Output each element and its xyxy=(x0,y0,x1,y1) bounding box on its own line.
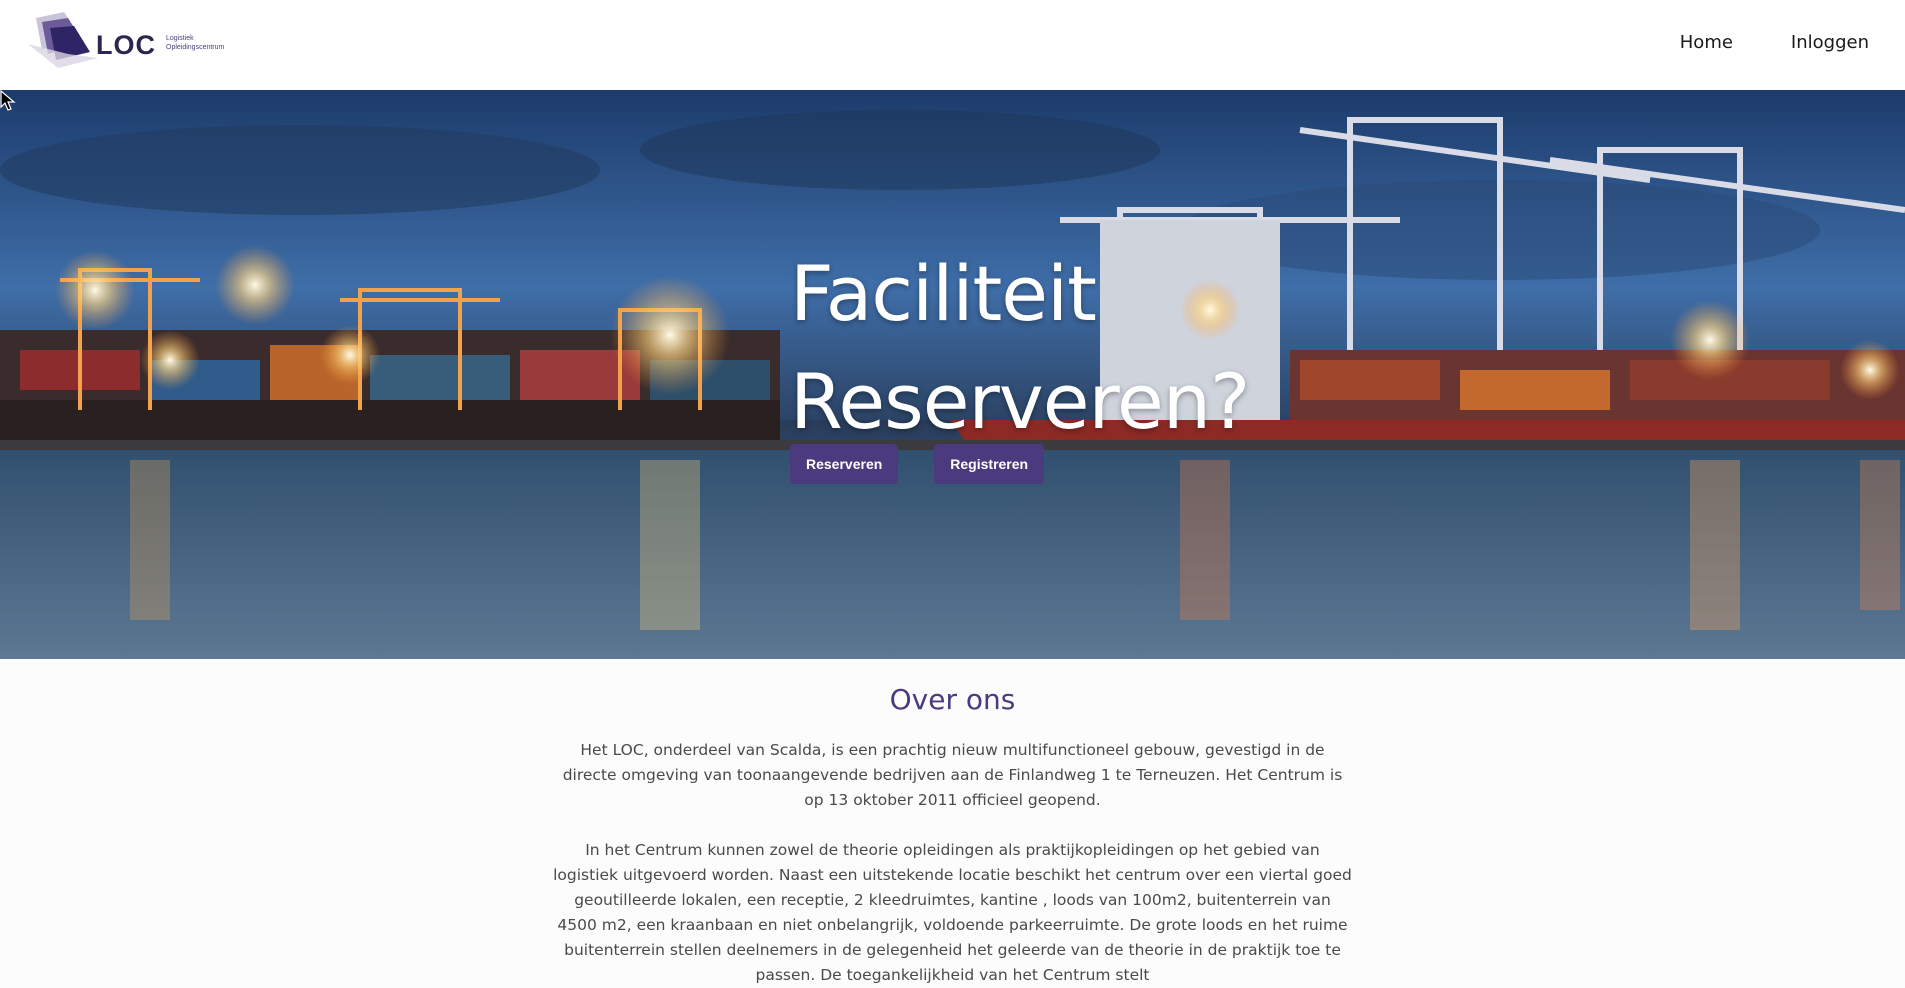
nav-inloggen-link[interactable]: Inloggen xyxy=(1791,32,1869,53)
site-header: LOC Logistiek Opleidingscentrum Home Inl… xyxy=(0,0,1905,90)
about-paragraph-1: Het LOC, onderdeel van Scalda, is een pr… xyxy=(562,741,1343,809)
hero-banner: Faciliteit Reserveren? Reserveren Regist… xyxy=(0,90,1905,659)
hero-title: Faciliteit Reserveren? xyxy=(790,240,1350,456)
hero-title-line2: Reserveren? xyxy=(790,357,1250,446)
nav-home-link[interactable]: Home xyxy=(1680,32,1733,53)
hero-content: Faciliteit Reserveren? Reserveren Regist… xyxy=(790,240,1350,484)
registreren-button[interactable]: Registreren xyxy=(934,444,1045,484)
main-nav: Home Inloggen xyxy=(1650,0,1905,84)
about-paragraph-2: In het Centrum kunnen zowel de theorie o… xyxy=(553,841,1352,984)
about-section: Over ons Het LOC, onderdeel van Scalda, … xyxy=(0,659,1905,984)
logo-name: LOC xyxy=(96,30,156,60)
loc-logo-mark-icon xyxy=(28,12,98,68)
about-title: Over ons xyxy=(889,683,1016,716)
logo-subtitle-line2: Opleidingscentrum xyxy=(166,44,225,51)
logo-subtitle-line1: Logistiek xyxy=(166,35,194,42)
hero-title-line1: Faciliteit xyxy=(790,249,1097,338)
logo-subtitle: Logistiek Opleidingscentrum xyxy=(166,34,224,52)
loc-logo[interactable]: LOC Logistiek Opleidingscentrum xyxy=(28,10,238,72)
mouse-cursor-icon xyxy=(0,90,16,111)
reserveren-button[interactable]: Reserveren xyxy=(790,444,899,484)
